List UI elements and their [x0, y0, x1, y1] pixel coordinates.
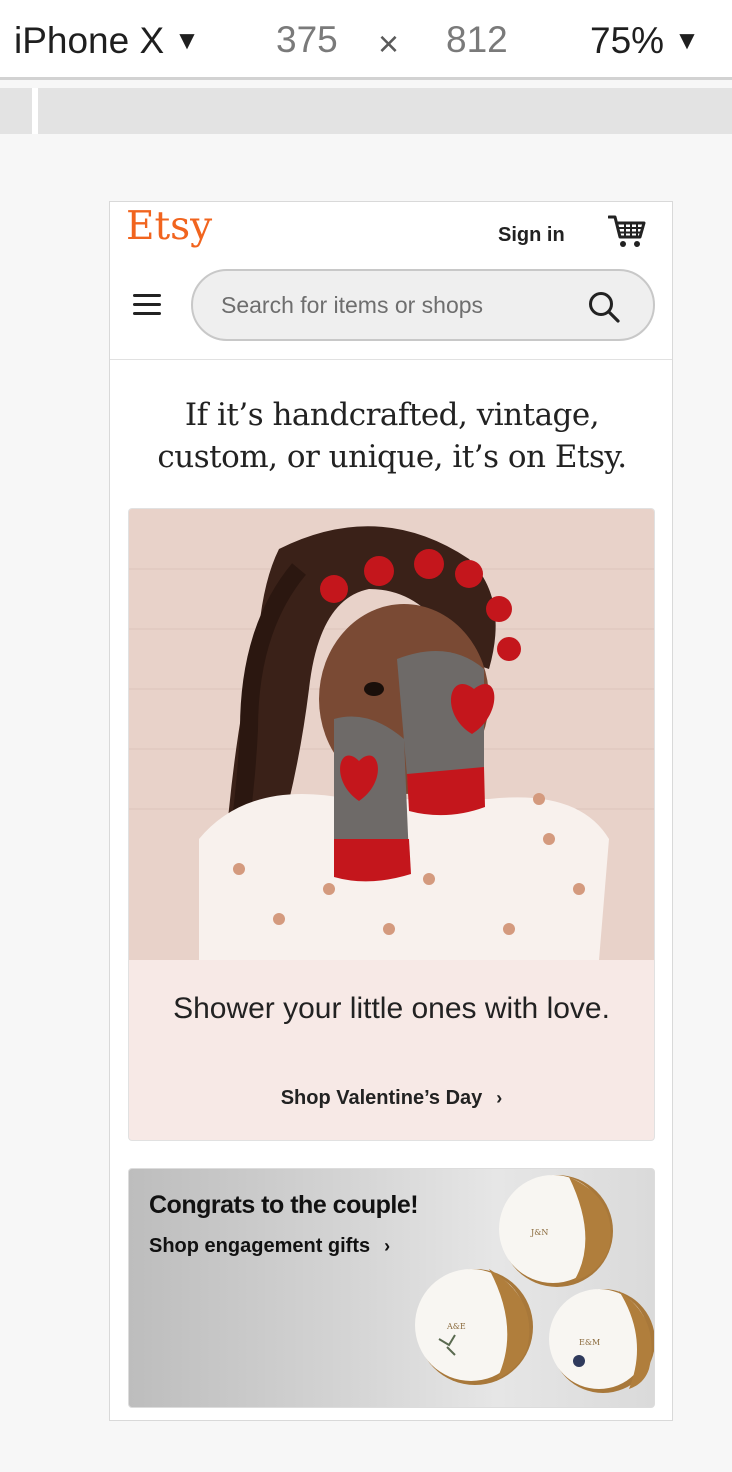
device-toolbar: iPhone X ▼ 375 × 812 75% ▼	[0, 0, 732, 80]
promo-headline: Shower your little ones with love.	[173, 992, 610, 1025]
height-field[interactable]: 812	[446, 18, 508, 62]
search-input[interactable]	[219, 289, 559, 321]
search-icon[interactable]	[587, 290, 621, 324]
zoom-value: 75%	[590, 20, 665, 61]
hero-tagline: If it’s handcrafted, vintage, custom, or…	[157, 397, 627, 475]
shop-valentines-link[interactable]: Shop Valentine’s Day ›	[129, 1087, 654, 1110]
dimension-separator: ×	[378, 23, 400, 64]
width-field[interactable]: 375	[276, 18, 338, 62]
valentines-promo-card[interactable]: Shower your little ones with love. Shop …	[128, 508, 655, 1141]
dish-2: A&E	[415, 1269, 533, 1385]
sign-in-link[interactable]: Sign in	[498, 224, 565, 247]
device-viewport: Etsy Sign in If it’s handcrafted, vintag…	[109, 201, 673, 1421]
dish-label: A&E	[446, 1322, 466, 1331]
dish-label: J&N	[530, 1228, 548, 1237]
device-dropdown-icon: ▼	[174, 25, 200, 55]
etsy-logo[interactable]: Etsy	[126, 204, 212, 249]
media-query-bar	[0, 88, 732, 134]
dish-1: J&N	[499, 1175, 613, 1287]
device-select[interactable]: iPhone X ▼	[14, 18, 200, 63]
promo-photo	[129, 509, 654, 960]
shop-valentines-label: Shop Valentine’s Day	[280, 1087, 483, 1109]
device-name: iPhone X	[14, 20, 165, 61]
dish-label: E&M	[579, 1338, 600, 1347]
site-header: Etsy Sign in	[110, 202, 672, 360]
chevron-right-icon: ›	[384, 1236, 391, 1256]
zoom-dropdown-icon: ▼	[674, 25, 700, 55]
dish-3: E&M	[549, 1289, 654, 1393]
resize-handle[interactable]	[32, 88, 38, 134]
shop-engagement-link[interactable]: Shop engagement gifts ›	[149, 1235, 390, 1258]
cart-icon[interactable]	[608, 214, 646, 250]
search-bar	[191, 269, 655, 341]
zoom-select[interactable]: 75% ▼	[590, 18, 700, 63]
hamburger-menu-button[interactable]	[130, 290, 164, 320]
shop-engagement-label: Shop engagement gifts	[149, 1235, 371, 1257]
engagement-gifts-card[interactable]: J&N A&E E&M Congrats to the couple! Shop…	[128, 1168, 655, 1408]
engagement-headline: Congrats to the couple!	[149, 1191, 419, 1219]
chevron-right-icon: ›	[496, 1088, 503, 1108]
